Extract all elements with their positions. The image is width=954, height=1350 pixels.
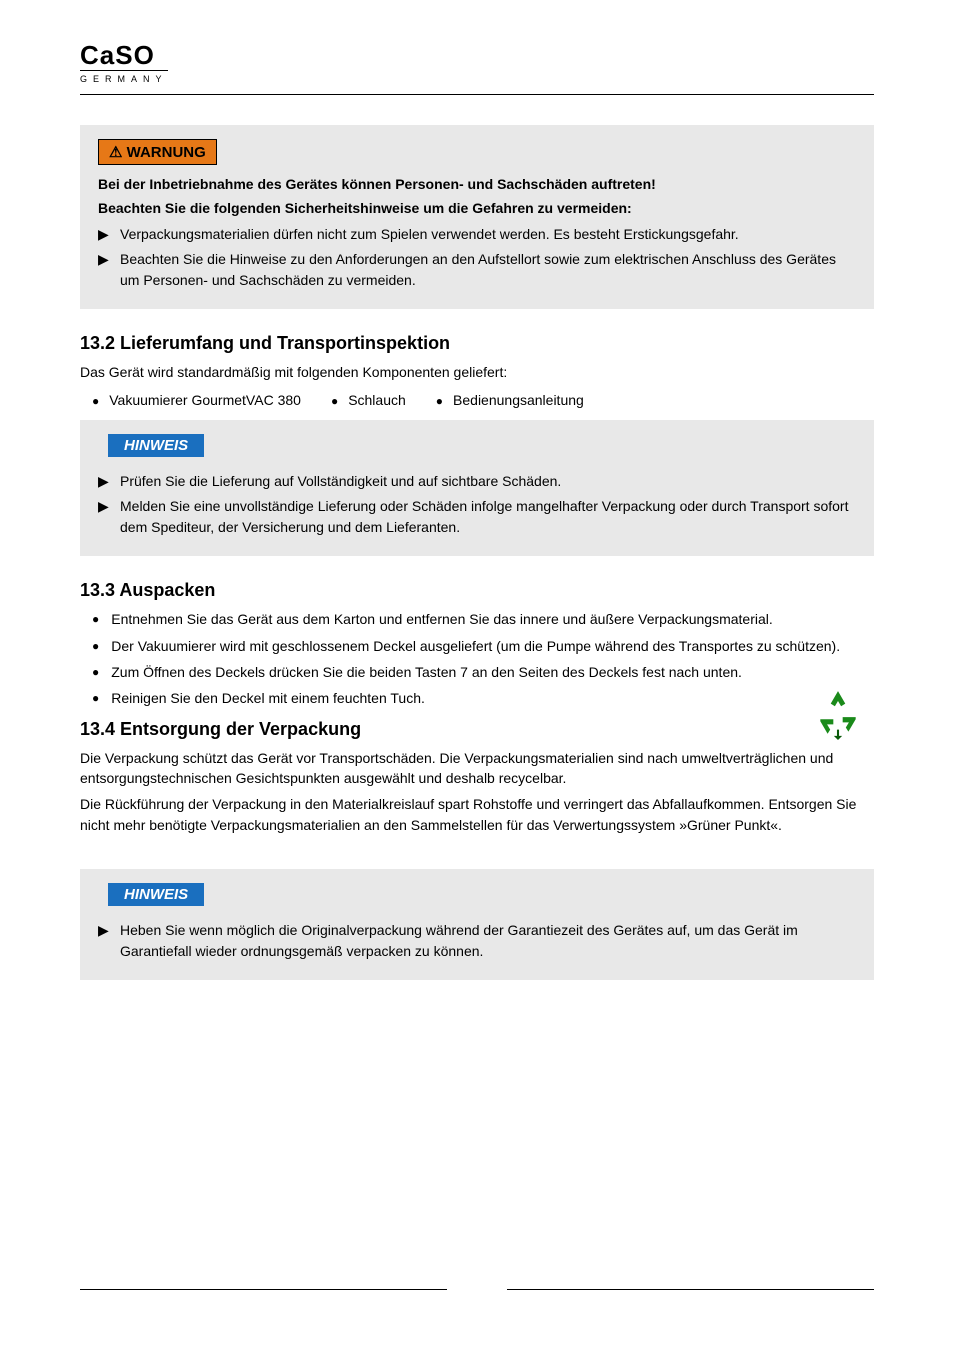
list-item: ● Reinigen Sie den Deckel mit einem feuch… [92, 688, 874, 708]
triangle-right-icon: ▶ [98, 224, 120, 245]
note-bullet-text: Heben Sie wenn möglich die Originalverpa… [120, 920, 856, 962]
item-text: Reinigen Sie den Deckel mit einem feucht… [111, 688, 874, 708]
triangle-right-icon: ▶ [98, 471, 120, 492]
item-text: Schlauch [348, 392, 406, 408]
item-text: Bedienungsanleitung [453, 392, 584, 408]
item-text: Zum Öffnen des Deckels drücken Sie die b… [111, 662, 874, 682]
bullet-icon: ● [92, 636, 99, 655]
verpackung-para: Die Verpackung schützt das Gerät vor Tra… [80, 748, 874, 789]
lieferumfang-intro: Das Gerät wird standardmäßig mit folgend… [80, 362, 874, 382]
footer-rule-left [80, 1289, 447, 1290]
triangle-right-icon: ▶ [98, 496, 120, 517]
bullet-icon: ● [92, 392, 99, 408]
lieferumfang-items: ● Vakuumierer GourmetVAC 380 ● Schlauch ● B… [92, 392, 874, 408]
list-item: ● Vakuumierer GourmetVAC 380 [92, 392, 301, 408]
bullet-icon: ● [92, 688, 99, 707]
verpackung-para: Die Rückführung der Verpackung in den Ma… [80, 794, 874, 835]
warning-line1: Bei der Inbetriebnahme des Gerätes könne… [98, 175, 856, 195]
note-bullet: ▶ Heben Sie wenn möglich die Originalver… [98, 920, 856, 962]
note-bullet-text: Melden Sie eine unvollständige Lieferung… [120, 496, 856, 538]
warning-bullet: ▶ Beachten Sie die Hinweise zu den Anfor… [98, 249, 856, 291]
section-title-lieferumfang: 13.2 Lieferumfang und Transportinspektio… [80, 333, 874, 354]
note-callout: HINWEIS ▶ Prüfen Sie die Lieferung auf V… [80, 420, 874, 556]
note-badge: HINWEIS [108, 883, 204, 906]
section-title-auspacken: 13.3 Auspacken [80, 580, 874, 601]
list-item: ● Schlauch [331, 392, 406, 408]
footer-rule-right [507, 1289, 874, 1290]
item-text: Vakuumierer GourmetVAC 380 [109, 392, 301, 408]
list-item: ● Bedienungsanleitung [436, 392, 584, 408]
warning-bullet-text: Beachten Sie die Hinweise zu den Anforde… [120, 249, 856, 291]
bullet-icon: ● [331, 392, 338, 408]
note-callout: HINWEIS ▶ Heben Sie wenn möglich die Ori… [80, 869, 874, 980]
item-text: Der Vakuumierer wird mit geschlossenem D… [111, 636, 874, 656]
brand-logo: CaSO GERMANY [80, 42, 168, 84]
auspacken-list: ● Entnehmen Sie das Gerät aus dem Karton … [92, 609, 874, 708]
list-item: ● Zum Öffnen des Deckels drücken Sie die … [92, 662, 874, 682]
warning-bullet: ▶ Verpackungsmaterialien dürfen nicht zu… [98, 224, 856, 245]
brand-country: GERMANY [80, 71, 168, 84]
bullet-icon: ● [436, 392, 443, 408]
warning-line2: Beachten Sie die folgenden Sicherheitshi… [98, 199, 856, 219]
warning-callout: ⚠ WARNUNG Bei der Inbetriebnahme des Ger… [80, 125, 874, 309]
note-badge: HINWEIS [108, 434, 204, 457]
warning-bullet-text: Verpackungsmaterialien dürfen nicht zum … [120, 224, 856, 245]
list-item: ● Der Vakuumierer wird mit geschlossenem … [92, 636, 874, 656]
triangle-right-icon: ▶ [98, 920, 120, 941]
note-bullet: ▶ Prüfen Sie die Lieferung auf Vollständ… [98, 471, 856, 492]
note-bullet-text: Prüfen Sie die Lieferung auf Vollständig… [120, 471, 856, 492]
note-bullet: ▶ Melden Sie eine unvollständige Lieferu… [98, 496, 856, 538]
brand-name: CaSO [80, 42, 168, 71]
warning-badge: ⚠ WARNUNG [98, 139, 217, 165]
section-title-verpackung: 13.4 Entsorgung der Verpackung [80, 719, 874, 740]
item-text: Entnehmen Sie das Gerät aus dem Karton u… [111, 609, 874, 629]
list-item: ● Entnehmen Sie das Gerät aus dem Karton … [92, 609, 874, 629]
bullet-icon: ● [92, 609, 99, 628]
recycle-icon [812, 688, 864, 740]
footer-divider [80, 1289, 874, 1290]
triangle-right-icon: ▶ [98, 249, 120, 270]
bullet-icon: ● [92, 662, 99, 681]
header-divider [80, 94, 874, 95]
